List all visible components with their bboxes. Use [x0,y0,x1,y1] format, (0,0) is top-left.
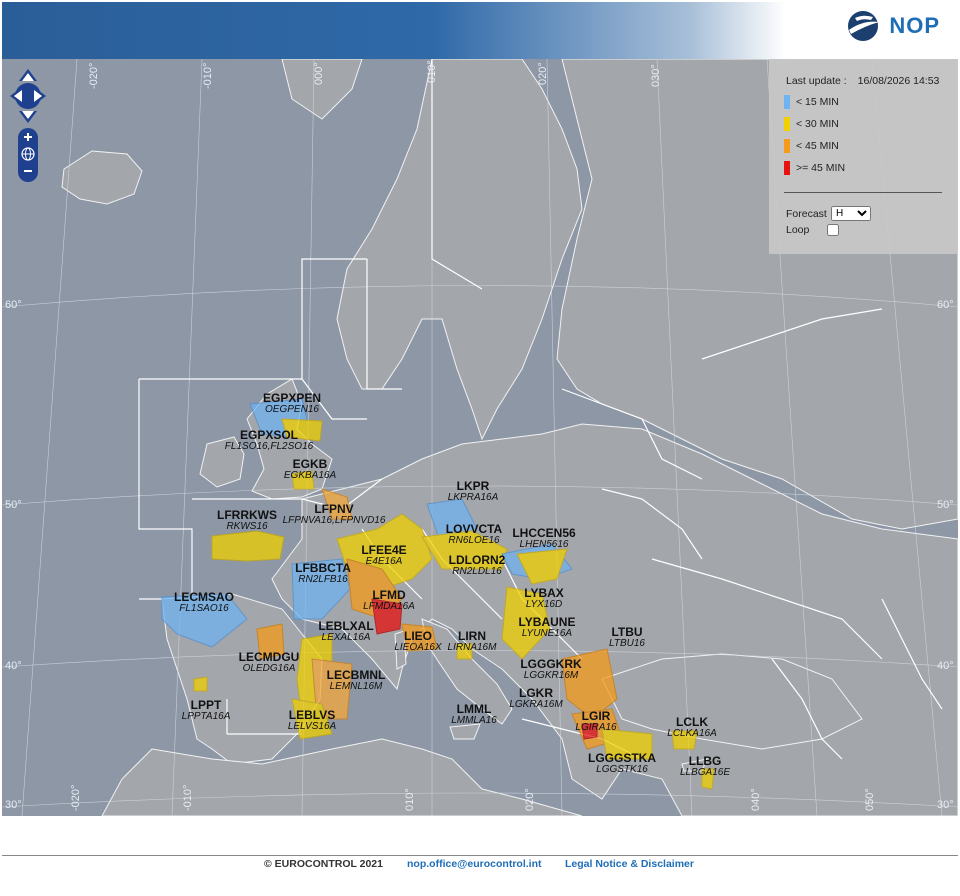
regulation-label[interactable]: LLBG LLBGA16E [680,755,730,779]
regulation-label[interactable]: LFMD LFMDA16A [363,589,415,613]
legend-swatch [784,117,790,131]
eurocontrol-logo-icon [848,11,880,41]
regulation-label[interactable]: LTBU LTBU16 [609,626,645,650]
legend-item: >= 45 MIN [784,161,845,175]
lon-label: -010° [202,62,214,89]
forecast-select[interactable]: H [831,206,871,221]
regulation-label[interactable]: LKPR LKPRA16A [448,480,499,504]
zoom-out-icon[interactable] [24,170,32,172]
lon-label: 020° [524,788,536,811]
lon-label: 010° [404,788,416,811]
regulation-label[interactable]: EGPXPEN OEGPEN16 [263,392,321,416]
lon-label: 050° [864,788,876,811]
legal-notice-link[interactable]: Legal Notice & Disclaimer [565,858,694,870]
lon-label: 020° [537,62,549,85]
globe-icon[interactable] [21,147,35,161]
regulation-label[interactable]: LFBBCTA RN2LFB16 [295,562,351,586]
regulation-label[interactable]: LECMDGU OLEDG16A [239,651,300,675]
regulation-label[interactable]: EGPXSOL FL1SO16,FL2SO16 [225,429,313,453]
lat-label: 50° [937,499,954,511]
legend-divider [784,192,942,193]
pan-arrows-icon[interactable] [10,69,46,123]
regulation-label[interactable]: LFRRKWS RKWS16 [217,509,277,533]
lat-label: 30° [937,799,954,811]
regulation-label[interactable]: LMML LMMLA16 [451,703,497,727]
legend-item: < 45 MIN [784,139,839,153]
forecast-label: Forecast [786,208,827,220]
logo-text: NOP [889,13,940,38]
lon-label: 010° [426,60,438,83]
regulation-label[interactable]: LYBAX LYX16D [524,587,564,611]
legend-swatch [784,95,790,109]
lat-label: 60° [937,299,954,311]
lat-label: 40° [937,660,954,672]
regulation-label[interactable]: LGIR LGIRA16 [575,710,616,734]
regulation-label[interactable]: LPPT LPPTA16A [182,699,231,723]
legend-swatch [784,139,790,153]
loop-checkbox[interactable] [827,224,839,236]
legend-swatch [784,161,790,175]
regulation-label[interactable]: LFEE4E E4E16A [361,544,406,568]
regulation-label[interactable]: LECMSAO FL1SAO16 [174,591,234,615]
header-banner: NOP [2,2,958,59]
nop-logo: NOP [845,8,940,44]
footer-divider [2,855,958,856]
regulation-label[interactable]: LGGGSTKA LGGSTK16 [588,752,656,776]
regulation-label[interactable]: LFPNV LFPNVA16,LFPNVD16 [283,503,386,527]
email-link[interactable]: nop.office@eurocontrol.int [407,858,541,870]
regulation-label[interactable]: LIRN LIRNA16M [448,630,497,654]
lat-label: 60° [5,299,22,311]
legend-item: < 30 MIN [784,117,839,131]
regulation-label[interactable]: LYBAUNE LYUNE16A [519,616,576,640]
pan-control[interactable] [10,69,46,128]
lon-label: -010° [182,784,194,811]
zoom-in-icon[interactable] [24,133,32,141]
regulation-label[interactable]: LCLK LCLKA16A [667,716,716,740]
lat-label: 40° [5,660,22,672]
last-update-value: 16/08/2026 14:53 [857,75,940,87]
zoom-control[interactable] [18,128,38,182]
last-update: Last update : 16/08/2026 14:53 [786,75,939,87]
loop-label: Loop [786,224,810,236]
legend-item: < 15 MIN [784,95,839,109]
copyright: © EUROCONTROL 2021 [264,858,383,870]
lon-label: 000° [313,62,325,85]
lon-label: 030° [650,64,662,87]
legend-panel: Last update : 16/08/2026 14:53 < 15 MIN … [769,59,958,254]
regulation-label[interactable]: LGGGKRK LGGKR16M [520,658,581,682]
regulation-label[interactable]: EGKB EGKBA16A [284,458,336,482]
lat-label: 50° [5,499,22,511]
regulation-label[interactable]: LGKR LGKRA16M [509,687,562,711]
regulation-label[interactable]: LDLORN2 RN2LDL16 [449,554,506,578]
lon-label: -020° [70,784,82,811]
regulation-label[interactable]: LEBLXAL LEXAL16A [318,620,373,644]
regulation-label[interactable]: LECBMNL LEMNL16M [327,669,386,693]
regulation-label[interactable]: LEBLVS LELVS16A [288,709,336,733]
lon-label: -020° [88,62,100,89]
regulation-label[interactable]: LIEO LIEOA16X [394,630,441,654]
regulation-label[interactable]: LOVVCTA RN6LOE16 [446,523,502,547]
regulation-label[interactable]: LHCCEN56 LHEN5616 [512,527,575,551]
lat-label: 30° [5,799,22,811]
last-update-label: Last update : [786,75,847,87]
lon-label: 040° [750,788,762,811]
